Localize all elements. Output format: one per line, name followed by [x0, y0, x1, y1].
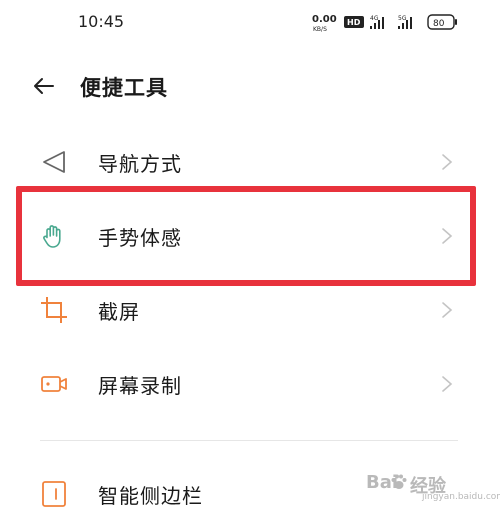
section-divider [40, 440, 458, 441]
menu-item-label: 智能侧边栏 [98, 484, 203, 508]
hd-badge-label: HD [347, 18, 361, 27]
net-speed-unit: KB/S [313, 26, 327, 33]
status-time: 10:45 [78, 12, 125, 31]
watermark: Bai 经验 jingyan.baidu.com [366, 470, 500, 506]
crop-icon [41, 297, 67, 323]
menu-item-screen-recording[interactable]: 屏幕录制 [0, 348, 500, 418]
chevron-right-icon [442, 302, 453, 318]
menu-item-label: 截屏 [98, 300, 140, 324]
navigation-triangle-icon [43, 151, 65, 173]
page-header: 便捷工具 [0, 62, 500, 110]
status-bar: 10:45 0.00 KB/S HD 4G 5G 80 [0, 0, 500, 44]
paw-icon [391, 474, 407, 489]
menu-item-label: 导航方式 [98, 152, 182, 176]
arrow-left-icon[interactable] [32, 74, 56, 98]
page-title: 便捷工具 [80, 76, 168, 100]
sim1-label: 4G [370, 15, 379, 22]
chevron-right-icon [442, 376, 453, 392]
sidebar-panel-icon [42, 481, 66, 507]
menu-item-label: 屏幕录制 [98, 374, 182, 398]
video-camera-icon [41, 376, 67, 392]
status-icons: 0.00 KB/S HD 4G 5G 80 [312, 14, 457, 33]
battery-level: 80 [433, 19, 445, 29]
highlight-box [16, 186, 476, 286]
chevron-right-icon [442, 154, 453, 170]
sim2-label: 5G [398, 15, 407, 22]
watermark-subtext: jingyan.baidu.com [422, 492, 500, 502]
net-speed-value: 0.00 [312, 14, 337, 25]
